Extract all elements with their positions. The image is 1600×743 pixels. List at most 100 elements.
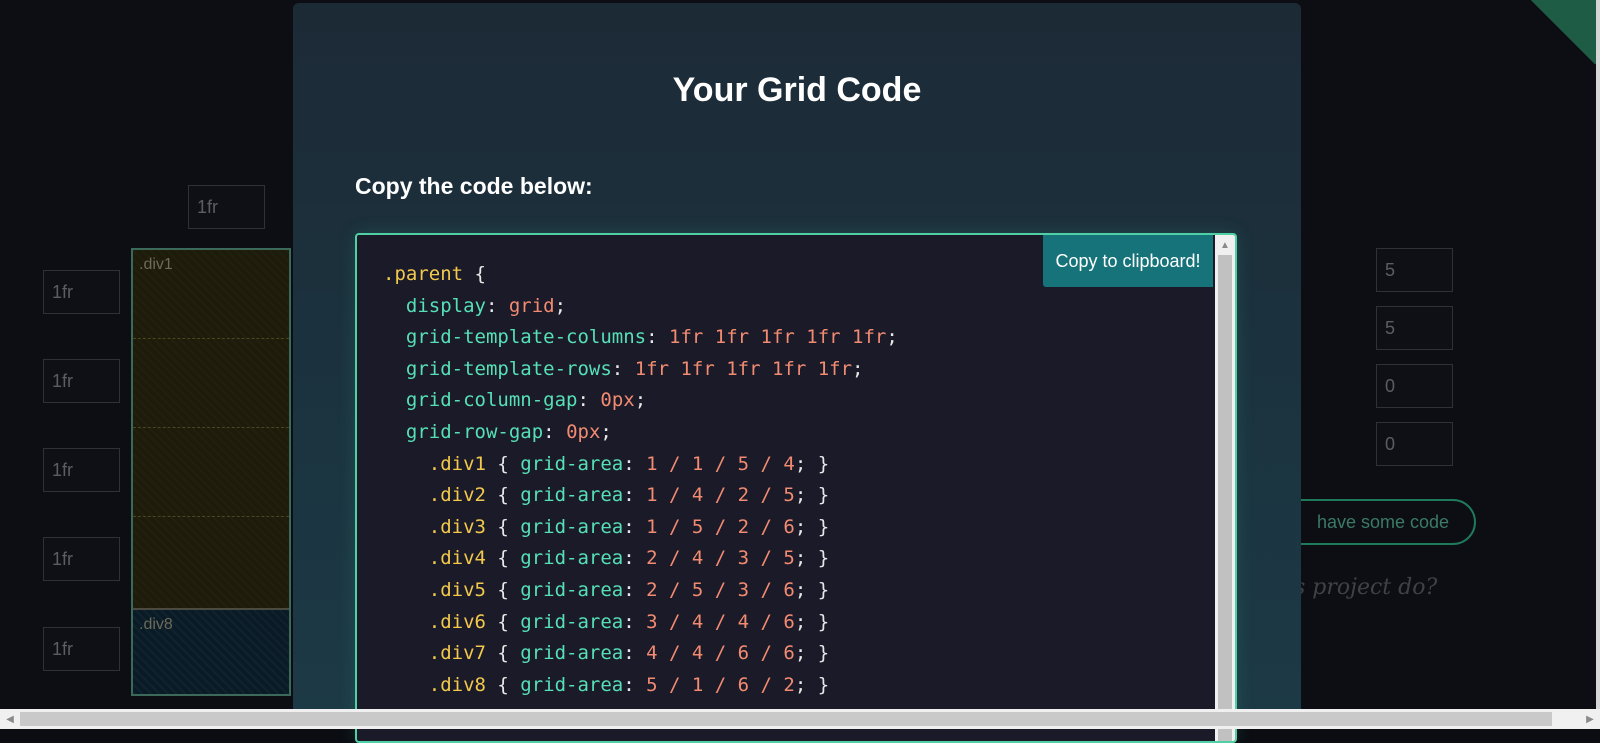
row-size-input[interactable]: 1fr (43, 448, 120, 492)
code-token: 4 / 4 / 6 / 6 (646, 642, 795, 665)
code-token: { (485, 673, 521, 696)
code-token: 1fr 1fr 1fr 1fr 1fr (634, 357, 853, 380)
code-token: ; } (794, 547, 830, 570)
code-token: ; } (794, 610, 830, 633)
code-token: .div1 (428, 452, 486, 475)
code-token: ; } (794, 673, 830, 696)
code-token: : (623, 578, 647, 601)
code-line: .div4 { grid-area: 2 / 4 / 3 / 5; } (383, 547, 829, 569)
code-token: ; (886, 326, 898, 349)
scrollbar-thumb[interactable] (1218, 255, 1232, 741)
code-token: 5 / 1 / 6 / 2 (646, 673, 795, 696)
code-line: display: grid; (383, 295, 566, 317)
code-token: grid (508, 294, 555, 317)
about-project-link[interactable]: s project do? (1294, 575, 1437, 600)
copy-button-label: Copy to clipboard! (1055, 250, 1201, 271)
row-size-input[interactable]: 1fr (43, 270, 120, 314)
horizontal-scrollbar-thumb[interactable] (20, 712, 1552, 726)
code-token: grid-area (520, 515, 624, 538)
grid-cell-label: .div1 (139, 256, 173, 273)
scroll-left-arrow-icon[interactable]: ◀ (0, 709, 20, 729)
code-token: : (623, 515, 647, 538)
code-token: 1 / 4 / 2 / 5 (646, 484, 795, 507)
code-token: 0px (600, 389, 635, 412)
scroll-up-arrow-icon[interactable]: ▲ (1215, 235, 1235, 255)
column-gap-input[interactable]: 0 (1376, 364, 1453, 408)
code-line: .div2 { grid-area: 1 / 4 / 2 / 5; } (383, 484, 829, 506)
code-token: 1fr 1fr 1fr 1fr 1fr (669, 326, 887, 349)
code-token: ; } (794, 452, 830, 475)
code-token: grid-area (520, 547, 624, 570)
code-token: .div2 (428, 484, 486, 507)
row-gap-input[interactable]: 0 (1376, 422, 1453, 466)
row-size-input[interactable]: 1fr (43, 359, 120, 403)
code-token: .div6 (428, 610, 486, 633)
code-token: { (485, 578, 521, 601)
css-code: .parent { display: grid; grid-template-c… (383, 259, 898, 701)
code-line: grid-column-gap: 0px; (383, 389, 646, 411)
rows-count-input[interactable]: 5 (1376, 306, 1453, 350)
code-token: ; } (794, 515, 830, 538)
code-token: { (485, 610, 521, 633)
code-token: { (485, 642, 521, 665)
show-code-button-label: have some code (1316, 511, 1450, 532)
grid-cell-div1[interactable]: .div1 (133, 250, 289, 610)
code-token: grid-column-gap (405, 389, 578, 412)
grid-cell-label: .div8 (139, 616, 173, 633)
code-token: { (485, 484, 521, 507)
code-token: ; } (794, 578, 830, 601)
code-token: grid-area (520, 578, 624, 601)
code-token: : (623, 610, 647, 633)
scroll-right-arrow-icon[interactable]: ▶ (1580, 709, 1600, 729)
modal-title: Your Grid Code (672, 71, 922, 109)
modal-subtitle: Copy the code below: (355, 173, 593, 199)
code-line: .div7 { grid-area: 4 / 4 / 6 / 6; } (383, 642, 829, 664)
row-size-input[interactable]: 1fr (43, 537, 120, 581)
grid-cell-div8[interactable]: .div8 (133, 610, 289, 694)
row-size-input[interactable]: 1fr (43, 627, 120, 671)
code-token: : (577, 389, 601, 412)
code-token: ; (634, 389, 647, 412)
code-token: : (646, 326, 669, 349)
code-modal: Your Grid Code Copy the code below: .par… (293, 3, 1301, 743)
page-horizontal-scrollbar[interactable]: ◀ ▶ (0, 709, 1600, 729)
code-token: .div3 (428, 515, 486, 538)
page-vertical-scrollbar[interactable] (1596, 0, 1600, 709)
code-token: { (485, 452, 521, 475)
code-line: .div8 { grid-area: 5 / 1 / 6 / 2; } (383, 674, 829, 696)
code-token: 1 / 1 / 5 / 4 (646, 452, 795, 475)
code-token: grid-template-columns (405, 326, 647, 349)
columns-count-input[interactable]: 5 (1376, 248, 1453, 292)
code-block[interactable]: .parent { display: grid; grid-template-c… (355, 233, 1237, 743)
code-token: grid-area (520, 452, 624, 475)
copy-to-clipboard-button[interactable]: Copy to clipboard! (1043, 235, 1213, 287)
code-line: grid-row-gap: 0px; (383, 421, 612, 443)
code-token: grid-area (520, 642, 624, 665)
code-token: ; } (794, 484, 830, 507)
code-token: { (463, 263, 486, 285)
show-code-button[interactable]: have some code (1290, 499, 1476, 545)
code-token: : (485, 294, 509, 317)
code-line: grid-template-rows: 1fr 1fr 1fr 1fr 1fr; (383, 357, 864, 380)
grid-preview: .div1 .div8 (131, 248, 291, 696)
column-size-input[interactable]: 1fr (188, 185, 265, 229)
code-token: : (611, 357, 635, 380)
code-token: .parent (383, 263, 464, 285)
code-token: 3 / 4 / 4 / 6 (646, 610, 795, 633)
code-line: .parent { (383, 263, 486, 285)
code-token: : (623, 642, 647, 665)
code-token: .div7 (428, 642, 486, 665)
github-corner-icon[interactable] (1510, 0, 1600, 64)
code-token: ; (852, 357, 864, 380)
code-line: .div3 { grid-area: 1 / 5 / 2 / 6; } (383, 516, 829, 538)
code-line: .div1 { grid-area: 1 / 1 / 5 / 4; } (383, 453, 829, 475)
code-line: grid-template-columns: 1fr 1fr 1fr 1fr 1… (383, 326, 898, 348)
code-token: : (623, 547, 647, 570)
code-scrollbar[interactable]: ▲ (1215, 235, 1235, 741)
